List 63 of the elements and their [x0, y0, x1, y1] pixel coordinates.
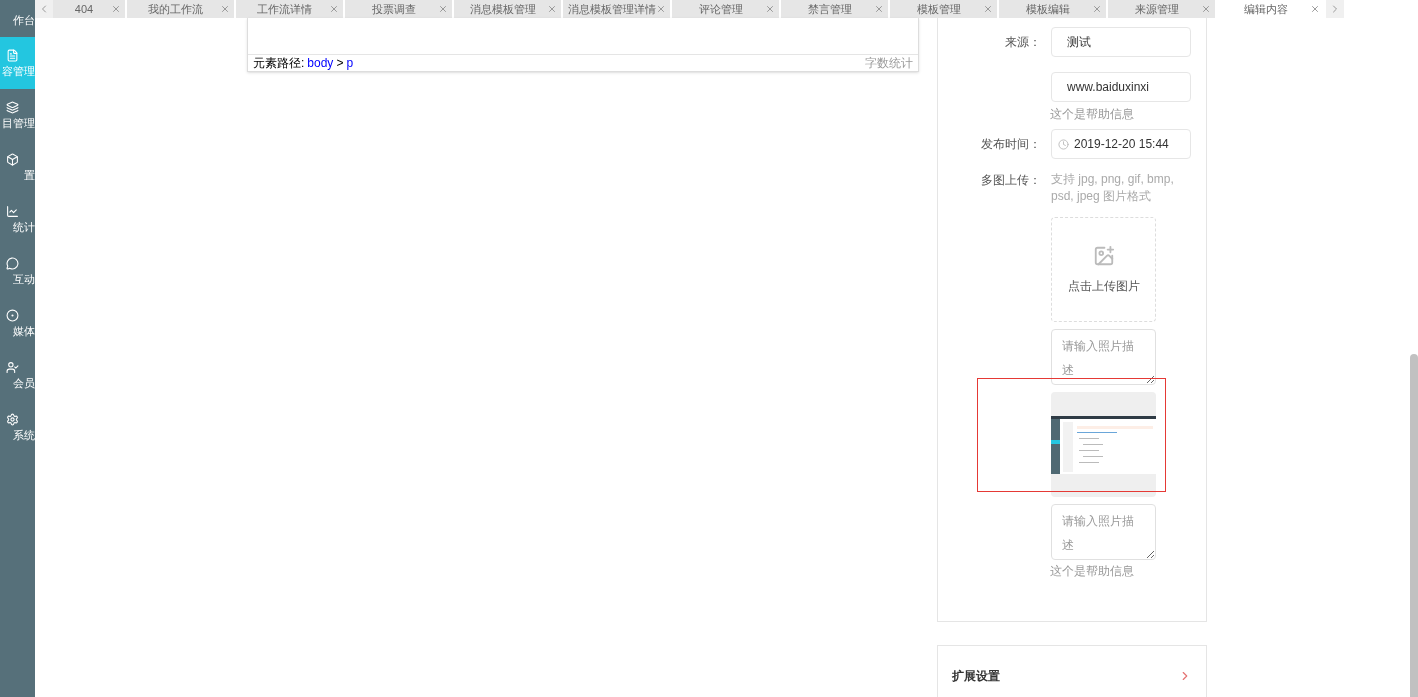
photo-description-field[interactable]: 请输入照片描述: [1051, 329, 1156, 385]
close-icon[interactable]: [438, 4, 448, 14]
sidebar-item[interactable]: 系统: [0, 401, 35, 453]
tab[interactable]: 模板编辑: [999, 0, 1106, 18]
tab[interactable]: 模板管理: [890, 0, 997, 18]
help-text: 这个是帮助信息: [1050, 564, 1134, 578]
source-input[interactable]: 测试: [1051, 27, 1191, 57]
tab[interactable]: 404: [53, 0, 125, 18]
sidebar-item[interactable]: 统计: [0, 193, 35, 245]
scroll-right-button[interactable]: [1326, 0, 1344, 18]
path-separator: >: [336, 55, 344, 72]
sidebar-item[interactable]: 互动: [0, 245, 35, 297]
field-label: 发布时间：: [980, 136, 1042, 153]
sidebar-item[interactable]: 媒体: [0, 297, 35, 349]
scroll-left-button[interactable]: [35, 0, 53, 18]
sidebar-item[interactable]: 会员: [0, 349, 35, 401]
tab[interactable]: 消息模板管理: [454, 0, 561, 18]
path-link[interactable]: body: [307, 54, 334, 72]
close-icon[interactable]: [329, 4, 339, 14]
tab[interactable]: 来源管理: [1108, 0, 1215, 18]
image-add-icon: [1092, 244, 1115, 267]
field-label: 来源：: [1004, 34, 1042, 51]
help-text: 这个是帮助信息: [1050, 107, 1134, 121]
close-icon[interactable]: [983, 4, 993, 14]
time-input[interactable]: 2019-12-20 15:44: [1051, 129, 1191, 159]
url-input[interactable]: www.baiduxinxi: [1051, 72, 1191, 102]
extension-title: 扩展设置: [952, 667, 1000, 685]
field-label: 多图上传：: [980, 172, 1042, 189]
close-icon[interactable]: [1201, 4, 1211, 14]
close-icon[interactable]: [547, 4, 557, 14]
upload-hint: 支持 jpg, png, gif, bmp, psd, jpeg 图片格式: [1051, 171, 1175, 205]
menu-icon: [6, 308, 19, 322]
clock-icon: [1058, 138, 1069, 150]
tab[interactable]: 投票调查: [345, 0, 452, 18]
close-icon[interactable]: [765, 4, 775, 14]
tab[interactable]: 我的工作流: [127, 0, 234, 18]
photo-description-field[interactable]: 请输入照片描述: [1051, 504, 1156, 560]
close-icon[interactable]: [220, 4, 230, 14]
menu-icon: [6, 256, 19, 270]
path-link[interactable]: p: [346, 54, 354, 72]
sidebar-item[interactable]: 作台: [0, 0, 35, 37]
sidebar-item[interactable]: 目管理: [0, 89, 35, 141]
path-label: 元素路径:: [253, 55, 305, 72]
sidebar-item[interactable]: 置: [0, 141, 35, 193]
extension-card[interactable]: 扩展设置: [937, 645, 1207, 697]
close-icon[interactable]: [656, 4, 666, 14]
close-icon[interactable]: [1310, 4, 1320, 14]
close-icon[interactable]: [1092, 4, 1102, 14]
menu-icon: [6, 412, 19, 426]
close-icon[interactable]: [874, 4, 884, 14]
tab[interactable]: 消息模板管理详情: [563, 0, 670, 18]
menu-icon: [6, 100, 19, 114]
close-icon[interactable]: [111, 4, 121, 14]
tab[interactable]: 工作流详情: [236, 0, 343, 18]
upload-button[interactable]: 点击上传图片: [1051, 217, 1156, 322]
menu-icon: [6, 204, 19, 218]
menu-icon: [6, 360, 19, 374]
menu-icon: [6, 152, 19, 166]
menu-icon: [6, 48, 19, 62]
tab[interactable]: 禁言管理: [781, 0, 888, 18]
tab[interactable]: 评论管理: [672, 0, 779, 18]
word-count: 字数统计: [865, 55, 913, 72]
image-preview[interactable]: [1051, 392, 1156, 497]
